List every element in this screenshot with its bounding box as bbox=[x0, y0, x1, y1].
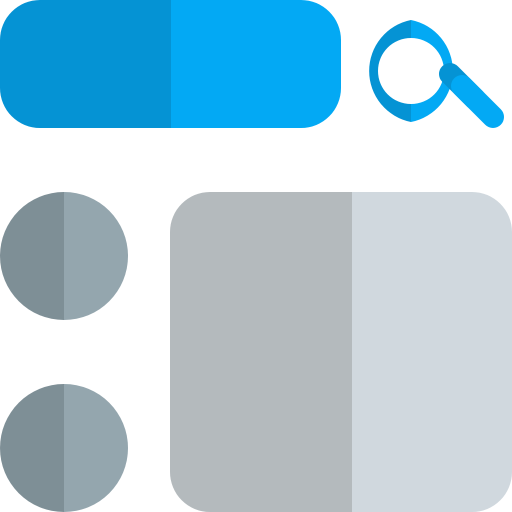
list-bullet bbox=[0, 192, 128, 320]
search-results-layout-icon bbox=[0, 0, 512, 512]
illustration bbox=[0, 0, 512, 512]
search-bar-left-half bbox=[0, 0, 171, 128]
list-bullet-right-half bbox=[64, 192, 128, 320]
magnifier-handle-lower bbox=[451, 75, 504, 128]
magnifier-icon bbox=[369, 20, 504, 128]
list-bullet-left-half bbox=[0, 192, 64, 320]
list-bullet bbox=[0, 384, 128, 512]
search-bar-right-half bbox=[171, 0, 341, 128]
content-panel bbox=[170, 192, 512, 512]
list-bullet-right-half bbox=[64, 384, 128, 512]
list-bullet-left-half bbox=[0, 384, 64, 512]
magnifier-ring-left bbox=[369, 20, 411, 122]
content-panel-right-half bbox=[352, 192, 512, 512]
search-bar bbox=[0, 0, 341, 128]
content-panel-left-half bbox=[170, 192, 352, 512]
